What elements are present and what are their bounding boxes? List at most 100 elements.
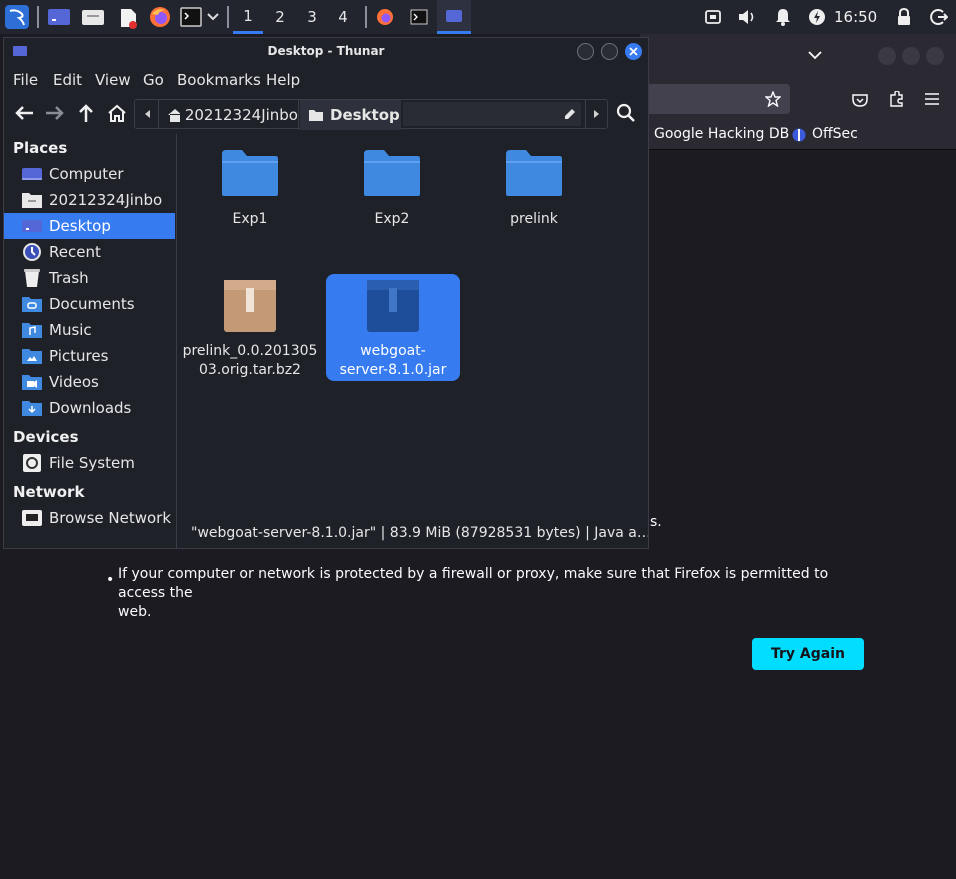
sidebar-item-documents[interactable]: Documents [4,291,175,317]
text-editor-icon[interactable] [116,6,140,30]
network-icon[interactable] [703,7,723,27]
file-view[interactable]: Exp1 Exp2 prelink prelink_0.0.201305 03.… [176,134,648,517]
folder-icon [309,110,323,121]
breadcrumb-desktop[interactable]: Desktop [300,100,401,130]
menu-file[interactable]: File [13,71,38,89]
menu-view[interactable]: View [95,71,131,89]
menu-bookmarks[interactable]: Bookmarks [177,71,261,89]
path-entry[interactable] [403,102,581,126]
lock-icon[interactable] [894,7,914,27]
close-button[interactable] [625,43,642,60]
file-manager-icon[interactable] [81,6,105,28]
workspace-4[interactable]: 4 [328,0,358,34]
desktop-icon[interactable] [47,6,71,28]
sidebar-item-recent[interactable]: Recent [4,239,175,265]
minimize-icon[interactable] [878,47,896,65]
places-heading: Places [13,139,68,157]
hamburger-menu-icon[interactable] [922,90,942,108]
extensions-icon[interactable] [886,90,906,108]
sidebar-item-desktop[interactable]: Desktop [4,213,175,239]
workspace-3[interactable]: 3 [297,0,327,34]
menu-go[interactable]: Go [143,71,164,89]
back-button[interactable] [11,100,37,126]
title-bar[interactable]: Desktop - Thunar [4,38,648,66]
sidebar-item-label: 20212324Jinbo [49,191,163,209]
sidebar-item-label: Desktop [49,217,111,235]
breadcrumb-label: Desktop [330,106,400,124]
arrow-right-icon [46,106,64,120]
firefox-task-icon[interactable] [374,7,396,27]
location-bar: 20212324Jinbo Desktop [134,99,608,130]
breadcrumb-home[interactable]: 20212324Jinbo [159,100,299,130]
minimize-button[interactable] [577,43,594,60]
home-button[interactable] [104,100,130,126]
sidebar-item-label: Pictures [49,347,109,365]
chevron-down-icon[interactable] [206,10,220,24]
sidebar-item-videos[interactable]: Videos [4,369,175,395]
file-item[interactable]: prelink [467,140,601,236]
error-line-web-text: web. [118,604,152,620]
file-name-line1: prelink_0.0.201305 [182,343,318,359]
close-icon[interactable] [926,47,944,65]
volume-icon[interactable] [736,7,758,27]
file-item[interactable]: Exp1 [183,140,317,236]
maximize-icon[interactable] [902,47,920,65]
up-button[interactable] [73,100,99,126]
search-icon [616,103,635,122]
terminal-icon[interactable] [179,6,203,28]
sidebar-item-browse-network[interactable]: Browse Network [4,505,175,531]
try-again-button[interactable]: Try Again [752,638,864,670]
url-bar[interactable] [640,84,790,114]
file-item[interactable]: prelink_0.0.201305 03.orig.tar.bz2 [183,274,317,382]
logout-icon[interactable] [928,7,950,27]
java-archive-icon [367,280,419,332]
clock[interactable]: 16:50 [834,8,877,26]
workspace-1[interactable]: 1 [233,0,263,34]
close-icon [629,47,638,56]
pictures-folder-icon [21,346,43,366]
devices-heading: Devices [13,428,79,446]
menu-help[interactable]: Help [266,71,300,89]
sidebar-item-file-system[interactable]: File System [4,450,175,476]
path-scroll-right-button[interactable] [585,100,607,128]
sidebar-item-music[interactable]: Music [4,317,175,343]
forward-button[interactable] [42,100,68,126]
folder-icon [222,150,278,196]
bookmark-star-icon[interactable] [764,90,782,108]
sidebar-item-label: Downloads [49,399,132,417]
file-item[interactable]: Exp2 [325,140,459,236]
workspace-label: 3 [307,8,317,26]
sidebar-item-computer[interactable]: Computer [4,161,175,187]
thunar-task-icon[interactable] [437,0,471,34]
folder-icon [364,150,420,196]
bookmark-google-hacking-db[interactable]: Google Hacking DB [654,126,789,142]
sidebar-item-label: Music [49,321,92,339]
sidebar-item-home[interactable]: 20212324Jinbo [4,187,175,213]
sidebar-item-label: File System [49,454,135,472]
pocket-icon[interactable] [850,91,870,109]
edit-path-icon[interactable] [561,105,579,123]
network-heading: Network [13,483,85,501]
menu-bar: File Edit View Go Bookmarks Help [4,66,648,94]
tab-list-chevron-icon[interactable] [806,48,824,62]
sidebar-item-trash[interactable]: Trash [4,265,175,291]
firefox-icon[interactable] [148,5,172,29]
search-button[interactable] [613,100,639,126]
videos-folder-icon [21,372,43,392]
file-item-selected[interactable]: webgoat- server-8.1.0.jar [326,274,460,381]
maximize-button[interactable] [601,43,618,60]
computer-icon [21,164,43,184]
sidebar-item-label: Documents [49,295,135,313]
path-scroll-left-button[interactable] [135,100,159,128]
bookmark-offsec[interactable]: OffSec [812,126,858,142]
notifications-icon[interactable] [773,7,793,27]
terminal-task-icon[interactable] [408,7,430,27]
panel-separator [365,6,367,28]
sidebar-item-downloads[interactable]: Downloads [4,395,175,421]
breadcrumb-label: 20212324Jinbo [184,106,298,124]
workspace-2[interactable]: 2 [265,0,295,34]
menu-edit[interactable]: Edit [53,71,82,89]
kali-menu-icon[interactable] [4,4,30,30]
power-icon[interactable] [807,7,827,27]
sidebar-item-pictures[interactable]: Pictures [4,343,175,369]
